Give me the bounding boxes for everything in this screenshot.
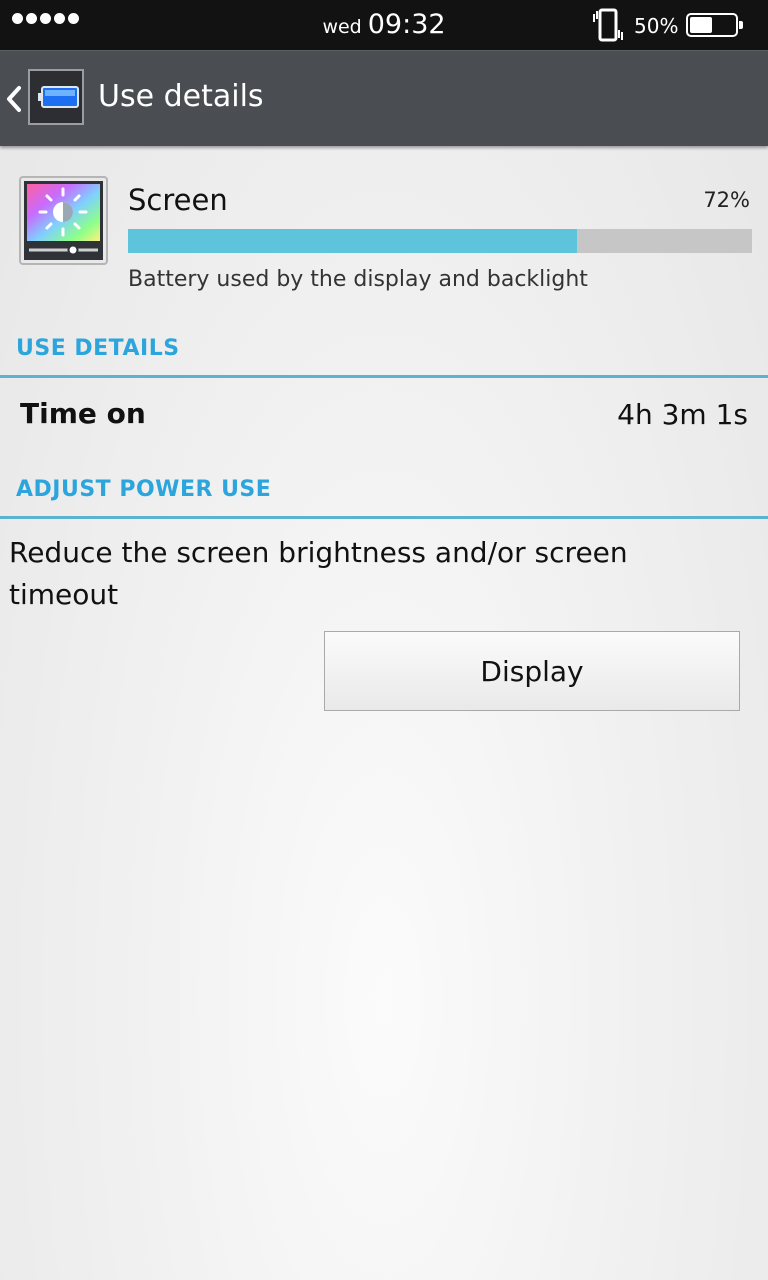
battery-app-icon[interactable] <box>28 69 84 125</box>
usage-progress-bar <box>128 229 752 253</box>
display-settings-button[interactable]: Display <box>324 631 740 711</box>
section-header-use-details: USE DETAILS <box>16 336 180 361</box>
detail-row-value: 4h 3m 1s <box>617 398 748 431</box>
usage-progress-fill <box>128 229 578 253</box>
section-divider <box>0 375 768 378</box>
power-tip-text: Reduce the screen brightness and/or scre… <box>9 536 628 611</box>
usage-percent: 72% <box>703 188 750 212</box>
usage-item-title: Screen <box>128 183 228 217</box>
status-day: wed <box>322 16 362 38</box>
battery-percent: 50% <box>634 14 679 38</box>
vibrate-icon <box>593 8 623 42</box>
battery-icon <box>686 13 743 37</box>
usage-item-description: Battery used by the display and backligh… <box>128 267 588 292</box>
app-bar: Use details <box>0 50 768 146</box>
screen-brightness-icon <box>19 176 108 265</box>
battery-fill <box>690 17 712 33</box>
back-chevron-icon[interactable] <box>5 84 23 114</box>
section-divider <box>0 516 768 519</box>
detail-row-label: Time on <box>20 397 146 430</box>
status-time: 09:32 <box>367 9 446 40</box>
status-bar: wed 09:32 50% <box>0 0 768 50</box>
page-title: Use details <box>98 79 264 114</box>
section-header-adjust-power: ADJUST POWER USE <box>16 477 272 502</box>
